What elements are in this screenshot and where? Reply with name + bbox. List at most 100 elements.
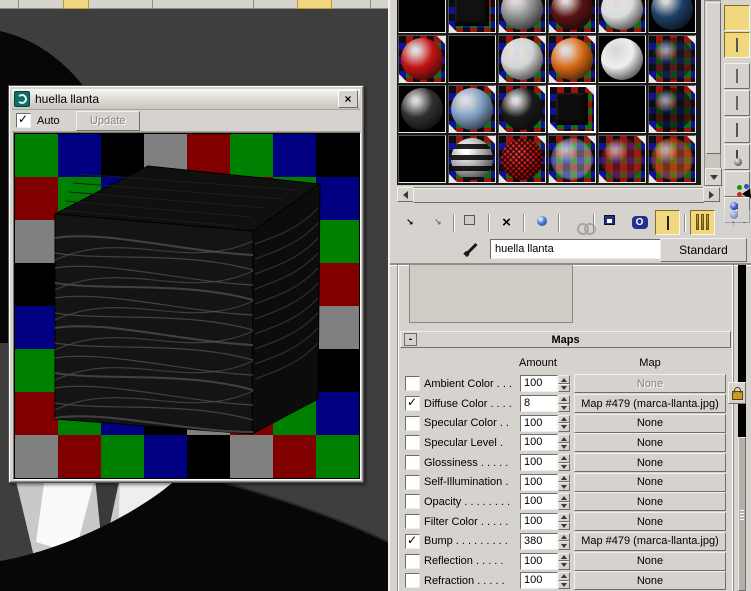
amount-spinner[interactable] [558, 414, 570, 432]
spinner-up-button[interactable] [558, 454, 570, 463]
sample-type-sphere-button[interactable] [724, 5, 750, 31]
sample-uv-tiling-button[interactable] [724, 63, 750, 89]
material-slot[interactable] [448, 85, 496, 133]
material-slot[interactable] [648, 35, 696, 83]
material-slot[interactable] [498, 135, 546, 183]
amount-field[interactable]: 8 [520, 395, 558, 413]
spinner-down-button[interactable] [558, 501, 570, 511]
material-slot-selected[interactable] [548, 85, 596, 133]
background-checker-button[interactable] [724, 32, 750, 58]
spinner-up-button[interactable] [558, 395, 570, 404]
select-by-material-button[interactable] [724, 171, 751, 206]
amount-spinner[interactable] [558, 473, 570, 491]
material-slot[interactable] [648, 135, 696, 183]
map-enable-checkbox[interactable] [405, 553, 420, 569]
amount-field[interactable]: 100 [520, 572, 558, 590]
rollout-scrollbar-thumb[interactable] [738, 437, 746, 591]
lock-ambient-diffuse-button[interactable] [728, 382, 746, 404]
map-slot-button[interactable]: None [574, 413, 726, 433]
material-slot[interactable] [548, 35, 596, 83]
map-enable-checkbox[interactable] [405, 455, 420, 471]
amount-field[interactable]: 380 [520, 532, 558, 550]
spinner-up-button[interactable] [558, 493, 570, 502]
material-name-combobox[interactable]: huella llanta [490, 239, 684, 259]
amount-spinner[interactable] [558, 532, 570, 550]
map-enable-checkbox[interactable] [405, 533, 420, 549]
map-enable-checkbox[interactable] [405, 573, 420, 589]
spinner-down-button[interactable] [558, 561, 570, 570]
spinner-up-button[interactable] [558, 552, 570, 562]
material-slot[interactable] [598, 0, 646, 33]
amount-field[interactable]: 100 [520, 454, 558, 472]
amount-spinner[interactable] [558, 434, 570, 452]
spinner-down-button[interactable] [558, 541, 570, 550]
scroll-right-button[interactable] [703, 187, 720, 202]
show-end-result-button[interactable] [690, 210, 715, 235]
spinner-down-button[interactable] [558, 482, 570, 491]
pick-material-eyedropper-icon[interactable] [462, 240, 480, 258]
material-slot[interactable] [498, 35, 546, 83]
slots-vertical-scrollbar[interactable] [704, 0, 722, 186]
maps-rollout-header[interactable]: - Maps [400, 331, 731, 348]
make-preview-button[interactable] [724, 117, 750, 143]
map-slot-button[interactable]: None [574, 551, 726, 571]
scrollbar-thumb[interactable] [706, 2, 721, 154]
spinner-down-button[interactable] [558, 383, 570, 393]
map-enable-checkbox[interactable] [405, 395, 420, 412]
spinner-down-button[interactable] [558, 442, 570, 452]
material-slot[interactable] [598, 135, 646, 183]
map-slot-button[interactable]: Map #479 (marca-llanta.jpg) [574, 531, 726, 551]
amount-spinner[interactable] [558, 375, 570, 393]
amount-spinner[interactable] [558, 572, 570, 590]
video-color-check-button[interactable] [724, 90, 750, 116]
spinner-up-button[interactable] [558, 375, 570, 384]
amount-field[interactable]: 100 [520, 513, 558, 531]
material-slot[interactable] [548, 135, 596, 183]
amount-field[interactable]: 100 [520, 414, 558, 432]
spinner-up-button[interactable] [558, 513, 570, 522]
put-to-library-button[interactable] [599, 210, 624, 235]
put-material-to-scene-button[interactable]: ↘ [424, 210, 449, 235]
spinner-up-button[interactable] [558, 414, 570, 424]
amount-spinner[interactable] [558, 552, 570, 570]
slots-horizontal-scrollbar[interactable] [397, 187, 720, 203]
get-material-button[interactable]: ↘ [396, 210, 421, 235]
scrollbar-thumb[interactable] [413, 188, 704, 203]
map-slot-button[interactable]: None [574, 374, 726, 394]
spinner-up-button[interactable] [558, 572, 570, 581]
spinner-down-button[interactable] [558, 403, 570, 413]
map-enable-checkbox[interactable] [405, 474, 420, 490]
material-slot[interactable] [598, 35, 646, 83]
preview-window-titlebar[interactable]: huella llanta × [12, 89, 360, 110]
material-type-button[interactable]: Standard [660, 238, 747, 262]
map-slot-button[interactable]: None [574, 492, 726, 512]
update-button[interactable]: Update [75, 110, 140, 131]
scroll-left-button[interactable] [397, 187, 414, 202]
material-slot[interactable] [598, 85, 646, 133]
toolbar-toggle-active[interactable] [297, 0, 332, 9]
auto-checkbox[interactable] [16, 112, 31, 128]
toolbar-toggle-active[interactable] [63, 0, 89, 9]
go-forward-to-sibling-button[interactable]: → [746, 210, 751, 235]
spinner-up-button[interactable] [558, 532, 570, 542]
material-slot[interactable] [498, 0, 546, 33]
assign-material-to-selection-button[interactable] [459, 210, 484, 235]
material-slot[interactable] [398, 0, 446, 33]
material-slot[interactable] [648, 0, 696, 33]
scroll-down-button[interactable] [705, 168, 722, 186]
spinner-up-button[interactable] [558, 434, 570, 443]
map-slot-button[interactable]: None [574, 433, 726, 453]
go-to-parent-button[interactable]: ↑ [718, 210, 743, 235]
material-slot[interactable] [548, 0, 596, 33]
amount-spinner[interactable] [558, 395, 570, 413]
spinner-up-button[interactable] [558, 473, 570, 483]
material-id-channel-button[interactable]: O [627, 210, 652, 235]
map-enable-checkbox[interactable] [405, 435, 420, 451]
amount-field[interactable]: 100 [520, 434, 558, 452]
map-slot-button[interactable]: None [574, 571, 726, 591]
material-slot[interactable] [398, 35, 446, 83]
material-slot[interactable] [398, 135, 446, 183]
amount-field[interactable]: 100 [520, 493, 558, 511]
map-enable-checkbox[interactable] [405, 494, 420, 510]
material-slot[interactable] [448, 135, 496, 183]
